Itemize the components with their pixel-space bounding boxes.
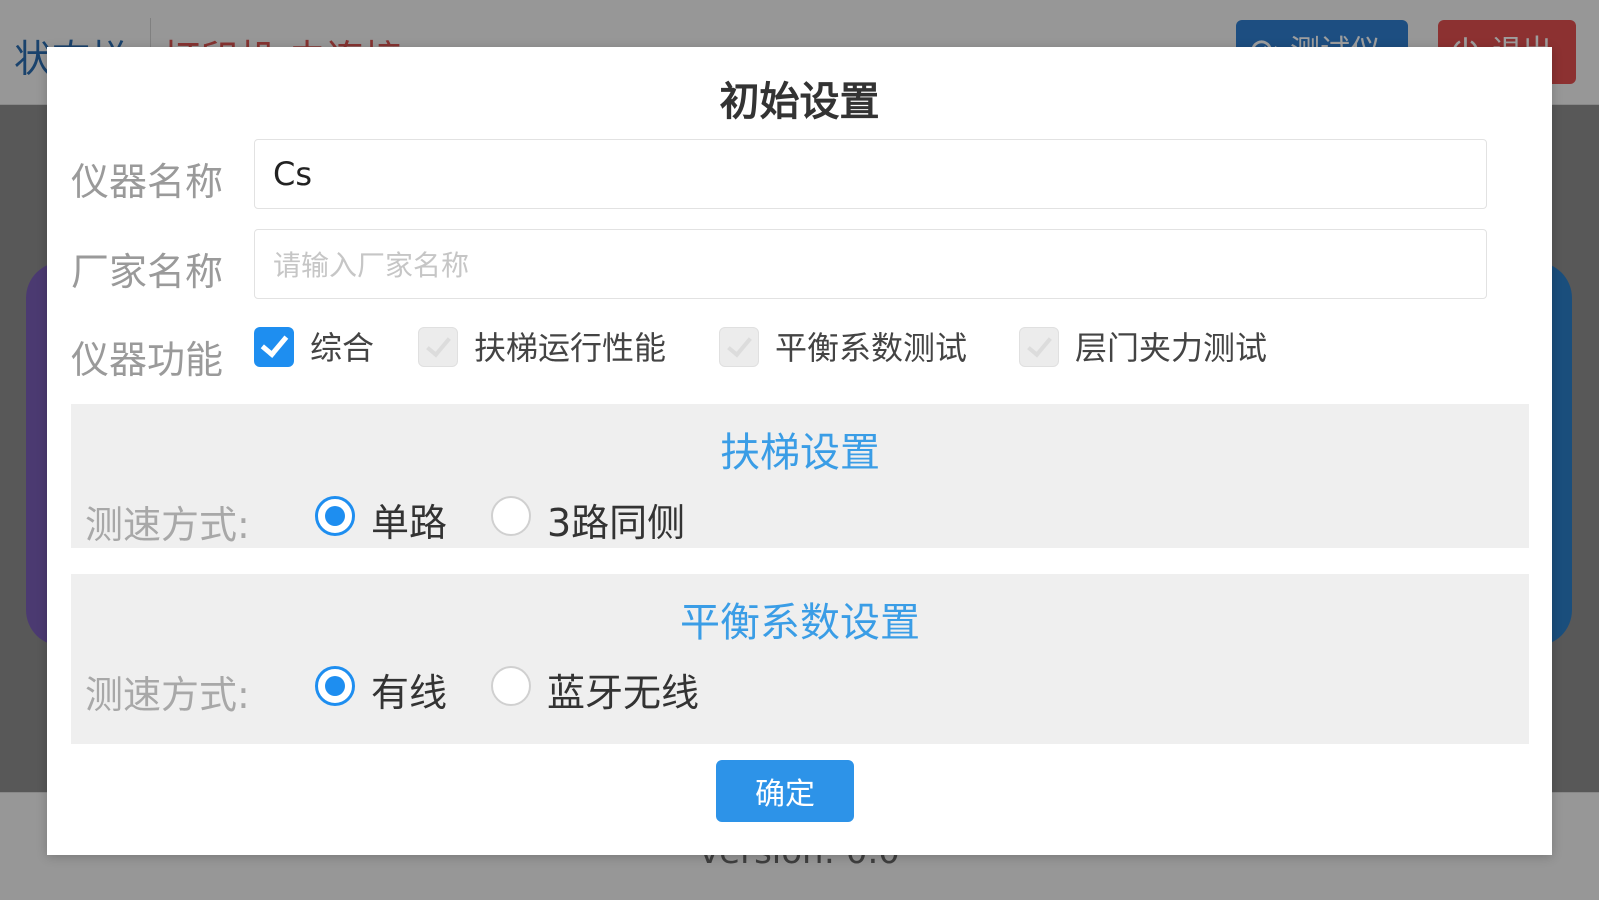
confirm-button[interactable]: 确定 <box>716 760 854 822</box>
radio-option-label: 有线 <box>371 671 448 715</box>
instrument-name-input[interactable] <box>254 139 1487 209</box>
manufacturer-name-input[interactable] <box>254 229 1487 299</box>
checkbox-disabled-icon <box>418 327 458 367</box>
radio-option-label: 蓝牙无线 <box>547 671 700 715</box>
function-option-label: 扶梯运行性能 <box>474 329 667 367</box>
function-option-label: 综合 <box>310 329 375 367</box>
radio-selected-icon <box>315 666 355 706</box>
checkbox-disabled-icon <box>1019 327 1059 367</box>
manufacturer-name-label: 厂家名称 <box>71 250 224 294</box>
balance-speed-mode-label: 测速方式: <box>85 673 250 717</box>
balance-settings-title: 平衡系数设置 <box>680 600 920 646</box>
function-option-label: 平衡系数测试 <box>775 329 968 367</box>
radio-option-label: 单路 <box>371 501 448 545</box>
instrument-name-label: 仪器名称 <box>71 160 224 204</box>
dialog-title: 初始设置 <box>719 79 880 125</box>
escalator-speed-mode-label: 测速方式: <box>85 503 250 547</box>
radio-unselected-icon <box>491 496 531 536</box>
instrument-functions-label: 仪器功能 <box>71 338 224 382</box>
radio-unselected-icon <box>491 666 531 706</box>
checkbox-disabled-icon <box>719 327 759 367</box>
escalator-settings-title: 扶梯设置 <box>720 430 880 476</box>
escalator-settings-section: 扶梯设置 测速方式: 单路 3路同侧 <box>71 404 1529 548</box>
radio-selected-icon <box>315 496 355 536</box>
checkbox-checked-icon <box>254 327 294 367</box>
radio-option-label: 3路同侧 <box>547 501 686 545</box>
initial-settings-dialog: 初始设置 仪器名称 厂家名称 仪器功能 综合 扶梯运行性能 平衡系数测试 层门夹… <box>47 47 1552 855</box>
balance-settings-section: 平衡系数设置 测速方式: 有线 蓝牙无线 <box>71 574 1529 744</box>
function-option-label: 层门夹力测试 <box>1075 329 1268 367</box>
